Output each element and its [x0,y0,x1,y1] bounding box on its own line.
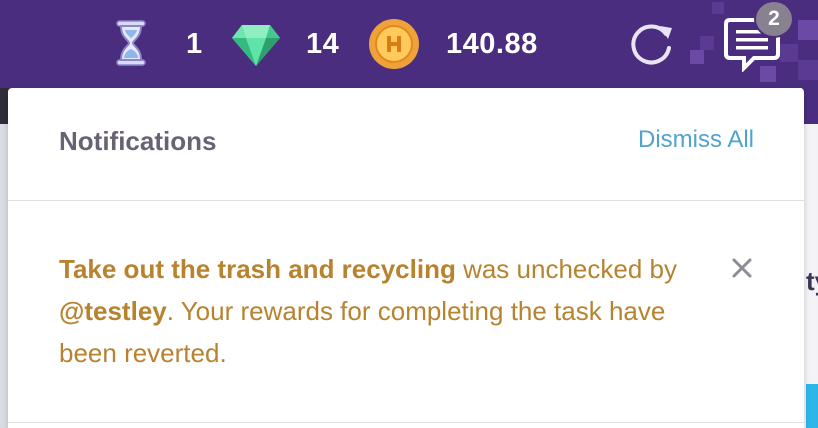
page-partial-text: ty [806,266,818,296]
dismiss-all-button[interactable]: Dismiss All [638,126,754,154]
refresh-icon[interactable] [626,20,676,70]
page-accent-strip [806,384,818,428]
gem-icon [230,22,282,68]
header-pixel-decoration [798,60,818,80]
notifications-title: Notifications [59,126,217,156]
header-pixel-decoration [712,2,724,14]
notification-text-part: was unchecked by [455,254,677,284]
notifications-count-badge: 2 [754,0,794,38]
page-background-right-header [802,88,818,124]
header-pixel-decoration [780,44,798,62]
header-pixel-decoration [690,50,704,64]
gold-coin-icon [368,18,420,70]
notification-user: @testley [59,296,167,326]
header-bar: 1 14 140.88 2 [0,0,818,88]
notification-message: Take out the trash and recycling was unc… [59,248,719,374]
notifications-panel-header: Notifications Dismiss All [8,88,804,201]
notification-task-name: Take out the trash and recycling [59,254,456,284]
header-pixel-decoration [798,20,818,40]
gold-value: 140.88 [446,28,538,60]
notifications-panel: Notifications Dismiss All Take out the t… [8,88,804,428]
header-pixel-decoration [700,36,714,50]
notification-item: Take out the trash and recycling was unc… [8,200,804,423]
gem-value: 14 [306,28,340,60]
page-background-right [802,88,818,428]
hourglass-value: 1 [186,28,203,60]
close-icon[interactable] [730,256,754,280]
hourglass-icon [112,18,150,68]
